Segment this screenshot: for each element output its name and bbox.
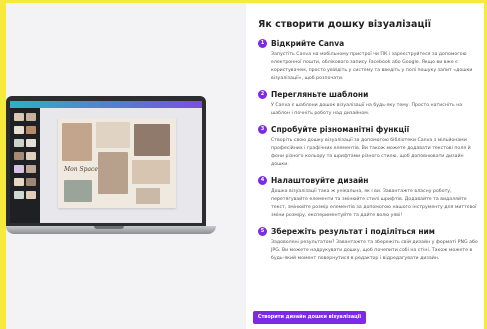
board-photo <box>64 180 92 202</box>
step-title: Налаштовуйте дизайн <box>271 176 369 185</box>
illustration-panel: Mon Space <box>6 3 246 329</box>
step-title: Перегляньте шаблони <box>271 90 369 99</box>
step-number-badge: 4 <box>258 176 267 185</box>
template-thumbnail <box>14 113 24 121</box>
template-thumbnail <box>26 113 36 121</box>
template-thumbnail <box>26 178 36 186</box>
step-number-badge: 5 <box>258 227 267 236</box>
template-thumbnail <box>14 126 24 134</box>
step-item: 2 Перегляньте шаблони У Canva є шаблони … <box>252 90 480 118</box>
template-thumbnail <box>26 152 36 160</box>
board-photo <box>96 122 130 148</box>
step-item: 3 Спробуйте різноманітні функції Створіт… <box>252 125 480 169</box>
laptop-lid: Mon Space <box>6 96 206 226</box>
step-description: Запустіть Canva на мобільному пристрої ч… <box>271 52 473 81</box>
vision-board-design: Mon Space <box>58 118 176 208</box>
template-thumbnail <box>14 152 24 160</box>
step-title: Спробуйте різноманітні функції <box>271 125 410 134</box>
editor-canvas-area: Mon Space <box>40 108 202 223</box>
step-item: 5 Збережіть результат і поділіться ним З… <box>252 227 480 263</box>
step-description: Створіть свою дошку візуалізації за допо… <box>271 138 471 167</box>
create-vision-board-button[interactable]: Створити дизайн дошки візуалізації <box>253 311 366 324</box>
template-thumbnail <box>14 165 24 173</box>
step-number-badge: 2 <box>258 90 267 99</box>
page-title: Як створити дошку візуалізації <box>258 19 431 30</box>
step-item: 4 Налаштовуйте дизайн Дошка візуалізації… <box>252 176 480 220</box>
laptop-screen: Mon Space <box>10 101 202 223</box>
template-thumbnail <box>14 139 24 147</box>
editor-header-bar <box>10 101 202 108</box>
article-content: Як створити дошку візуалізації 1 Відкрий… <box>252 19 480 270</box>
template-thumbnail <box>26 126 36 134</box>
step-description: Задоволені результатом? Завантажте та зб… <box>271 240 478 261</box>
step-number-badge: 3 <box>258 125 267 134</box>
template-thumbnail <box>26 139 36 147</box>
page-frame: Mon Space Як створити дошку візуалізації… <box>6 3 484 329</box>
board-photo <box>98 152 128 194</box>
board-script-text: Mon Space <box>64 166 98 173</box>
step-description: У Canva є шаблони дошок візуалізації на … <box>271 103 463 116</box>
step-title: Збережіть результат і поділіться ним <box>271 227 435 236</box>
board-photo <box>132 160 170 184</box>
step-item: 1 Відкрийте Canva Запустіть Canva на моб… <box>252 39 480 83</box>
template-thumbnail <box>26 191 36 199</box>
step-description: Дошка візуалізації така ж унікальна, як … <box>271 189 477 218</box>
template-thumbnail <box>26 165 36 173</box>
board-photo <box>62 123 92 161</box>
editor-template-sidebar <box>10 108 40 223</box>
board-photo <box>134 124 170 156</box>
step-title: Відкрийте Canva <box>271 39 345 48</box>
template-thumbnail <box>14 191 24 199</box>
step-number-badge: 1 <box>258 39 267 48</box>
laptop-notch <box>94 226 124 229</box>
board-photo <box>136 188 160 204</box>
laptop-illustration: Mon Space <box>6 96 216 246</box>
template-thumbnail <box>14 178 24 186</box>
